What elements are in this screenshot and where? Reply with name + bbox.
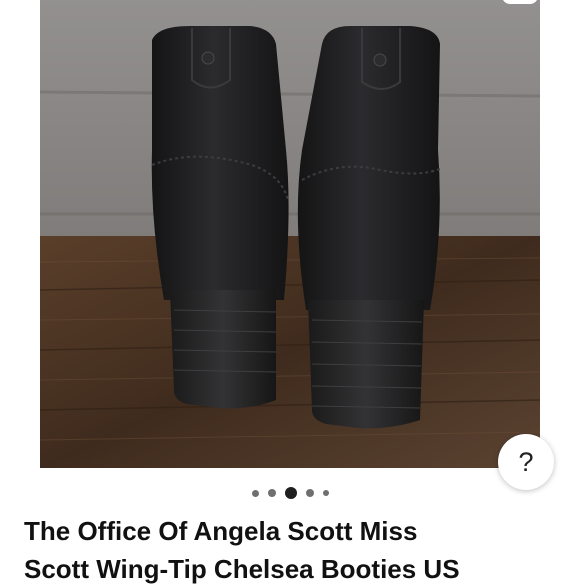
wall-background <box>40 0 540 240</box>
gallery-pagination <box>0 484 580 502</box>
product-title-line-1: The Office Of Angela Scott Miss <box>24 516 418 546</box>
gallery-dot-5[interactable] <box>322 490 329 496</box>
help-button[interactable]: ? <box>498 434 554 490</box>
gallery-dot-2[interactable] <box>267 489 276 497</box>
product-title-line-2: Scott Wing-Tip Chelsea Booties US <box>24 554 460 584</box>
overlay-chip <box>502 0 538 4</box>
right-boot <box>297 26 440 310</box>
left-boot <box>151 26 289 300</box>
gallery-dot-1[interactable] <box>251 489 259 497</box>
gallery-dot-4[interactable] <box>305 489 314 497</box>
left-heel <box>170 290 276 409</box>
gallery-dot-3-active[interactable] <box>284 487 297 499</box>
boots-illustration <box>40 0 540 468</box>
product-title: The Office Of Angela Scott Miss Scott Wi… <box>24 512 564 588</box>
product-image-area[interactable] <box>0 0 580 468</box>
product-photo[interactable] <box>40 0 540 468</box>
